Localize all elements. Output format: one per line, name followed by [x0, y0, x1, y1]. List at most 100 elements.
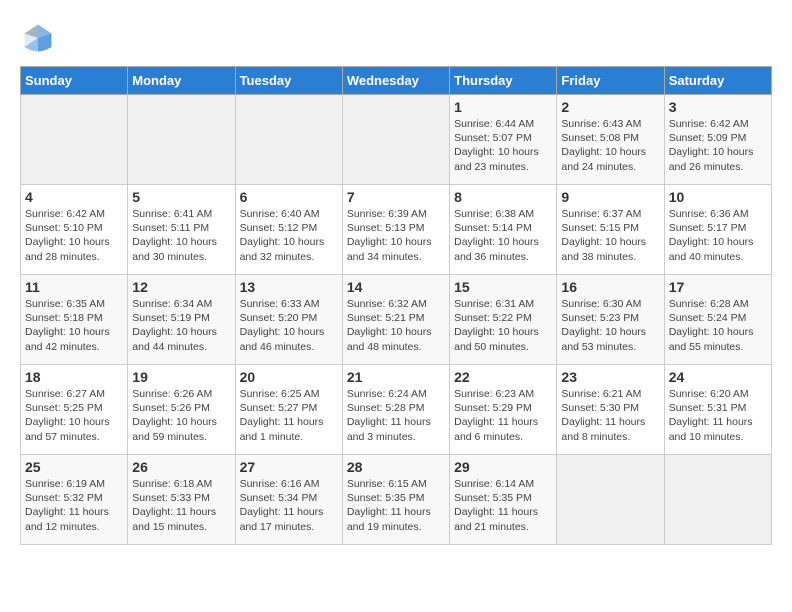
calendar-cell — [21, 95, 128, 185]
day-info: Sunrise: 6:39 AM Sunset: 5:13 PM Dayligh… — [347, 207, 445, 264]
day-info: Sunrise: 6:14 AM Sunset: 5:35 PM Dayligh… — [454, 477, 552, 534]
day-info: Sunrise: 6:25 AM Sunset: 5:27 PM Dayligh… — [240, 387, 338, 444]
page-header — [20, 20, 772, 56]
day-info: Sunrise: 6:28 AM Sunset: 5:24 PM Dayligh… — [669, 297, 767, 354]
day-info: Sunrise: 6:42 AM Sunset: 5:10 PM Dayligh… — [25, 207, 123, 264]
calendar-table: SundayMondayTuesdayWednesdayThursdayFrid… — [20, 66, 772, 545]
calendar-cell: 9 Sunrise: 6:37 AM Sunset: 5:15 PM Daylig… — [557, 185, 664, 275]
calendar-week-row: 11 Sunrise: 6:35 AM Sunset: 5:18 PM Dayli… — [21, 275, 772, 365]
calendar-cell: 10 Sunrise: 6:36 AM Sunset: 5:17 PM Dayli… — [664, 185, 771, 275]
day-number: 10 — [669, 189, 767, 205]
calendar-cell: 15 Sunrise: 6:31 AM Sunset: 5:22 PM Dayli… — [450, 275, 557, 365]
day-number: 25 — [25, 459, 123, 475]
day-info: Sunrise: 6:42 AM Sunset: 5:09 PM Dayligh… — [669, 117, 767, 174]
calendar-cell — [235, 95, 342, 185]
calendar-cell — [664, 455, 771, 545]
calendar-cell: 19 Sunrise: 6:26 AM Sunset: 5:26 PM Dayli… — [128, 365, 235, 455]
calendar-cell: 22 Sunrise: 6:23 AM Sunset: 5:29 PM Dayli… — [450, 365, 557, 455]
calendar-cell — [128, 95, 235, 185]
day-number: 27 — [240, 459, 338, 475]
day-number: 14 — [347, 279, 445, 295]
calendar-cell: 17 Sunrise: 6:28 AM Sunset: 5:24 PM Dayli… — [664, 275, 771, 365]
calendar-cell: 29 Sunrise: 6:14 AM Sunset: 5:35 PM Dayli… — [450, 455, 557, 545]
calendar-week-row: 18 Sunrise: 6:27 AM Sunset: 5:25 PM Dayli… — [21, 365, 772, 455]
calendar-cell: 26 Sunrise: 6:18 AM Sunset: 5:33 PM Dayli… — [128, 455, 235, 545]
day-info: Sunrise: 6:18 AM Sunset: 5:33 PM Dayligh… — [132, 477, 230, 534]
day-number: 7 — [347, 189, 445, 205]
day-info: Sunrise: 6:40 AM Sunset: 5:12 PM Dayligh… — [240, 207, 338, 264]
day-number: 11 — [25, 279, 123, 295]
day-number: 20 — [240, 369, 338, 385]
day-info: Sunrise: 6:19 AM Sunset: 5:32 PM Dayligh… — [25, 477, 123, 534]
calendar-cell: 25 Sunrise: 6:19 AM Sunset: 5:32 PM Dayli… — [21, 455, 128, 545]
day-number: 5 — [132, 189, 230, 205]
calendar-cell: 5 Sunrise: 6:41 AM Sunset: 5:11 PM Daylig… — [128, 185, 235, 275]
day-number: 17 — [669, 279, 767, 295]
day-number: 29 — [454, 459, 552, 475]
calendar-day-header: Sunday — [21, 67, 128, 95]
calendar-cell: 27 Sunrise: 6:16 AM Sunset: 5:34 PM Dayli… — [235, 455, 342, 545]
day-info: Sunrise: 6:36 AM Sunset: 5:17 PM Dayligh… — [669, 207, 767, 264]
day-number: 18 — [25, 369, 123, 385]
calendar-cell: 13Sunrise: 6:33 AM Sunset: 5:20 PM Dayli… — [235, 275, 342, 365]
day-info: Sunrise: 6:23 AM Sunset: 5:29 PM Dayligh… — [454, 387, 552, 444]
day-number: 15 — [454, 279, 552, 295]
day-info: Sunrise: 6:38 AM Sunset: 5:14 PM Dayligh… — [454, 207, 552, 264]
day-number: 23 — [561, 369, 659, 385]
calendar-header-row: SundayMondayTuesdayWednesdayThursdayFrid… — [21, 67, 772, 95]
calendar-day-header: Friday — [557, 67, 664, 95]
day-number: 4 — [25, 189, 123, 205]
calendar-cell: 4 Sunrise: 6:42 AM Sunset: 5:10 PM Daylig… — [21, 185, 128, 275]
calendar-week-row: 1Sunrise: 6:44 AM Sunset: 5:07 PM Daylig… — [21, 95, 772, 185]
day-info: Sunrise: 6:31 AM Sunset: 5:22 PM Dayligh… — [454, 297, 552, 354]
day-number: 8 — [454, 189, 552, 205]
day-info: Sunrise: 6:15 AM Sunset: 5:35 PM Dayligh… — [347, 477, 445, 534]
calendar-cell: 7 Sunrise: 6:39 AM Sunset: 5:13 PM Daylig… — [342, 185, 449, 275]
calendar-day-header: Monday — [128, 67, 235, 95]
calendar-cell: 28 Sunrise: 6:15 AM Sunset: 5:35 PM Dayli… — [342, 455, 449, 545]
calendar-day-header: Tuesday — [235, 67, 342, 95]
day-info: Sunrise: 6:26 AM Sunset: 5:26 PM Dayligh… — [132, 387, 230, 444]
day-number: 9 — [561, 189, 659, 205]
calendar-cell: 18 Sunrise: 6:27 AM Sunset: 5:25 PM Dayli… — [21, 365, 128, 455]
calendar-cell: 16Sunrise: 6:30 AM Sunset: 5:23 PM Dayli… — [557, 275, 664, 365]
calendar-day-header: Saturday — [664, 67, 771, 95]
calendar-cell: 1Sunrise: 6:44 AM Sunset: 5:07 PM Daylig… — [450, 95, 557, 185]
calendar-cell: 6Sunrise: 6:40 AM Sunset: 5:12 PM Daylig… — [235, 185, 342, 275]
day-number: 26 — [132, 459, 230, 475]
day-number: 2 — [561, 99, 659, 115]
day-info: Sunrise: 6:32 AM Sunset: 5:21 PM Dayligh… — [347, 297, 445, 354]
day-number: 12 — [132, 279, 230, 295]
calendar-day-header: Wednesday — [342, 67, 449, 95]
calendar-cell: 20 Sunrise: 6:25 AM Sunset: 5:27 PM Dayli… — [235, 365, 342, 455]
day-number: 16 — [561, 279, 659, 295]
calendar-cell — [557, 455, 664, 545]
day-info: Sunrise: 6:16 AM Sunset: 5:34 PM Dayligh… — [240, 477, 338, 534]
day-info: Sunrise: 6:41 AM Sunset: 5:11 PM Dayligh… — [132, 207, 230, 264]
day-info: Sunrise: 6:27 AM Sunset: 5:25 PM Dayligh… — [25, 387, 123, 444]
day-info: Sunrise: 6:21 AM Sunset: 5:30 PM Dayligh… — [561, 387, 659, 444]
calendar-cell — [342, 95, 449, 185]
calendar-cell: 11 Sunrise: 6:35 AM Sunset: 5:18 PM Dayli… — [21, 275, 128, 365]
day-number: 21 — [347, 369, 445, 385]
day-info: Sunrise: 6:34 AM Sunset: 5:19 PM Dayligh… — [132, 297, 230, 354]
day-info: Sunrise: 6:37 AM Sunset: 5:15 PM Dayligh… — [561, 207, 659, 264]
calendar-cell: 24 Sunrise: 6:20 AM Sunset: 5:31 PM Dayli… — [664, 365, 771, 455]
day-number: 13 — [240, 279, 338, 295]
day-info: Sunrise: 6:35 AM Sunset: 5:18 PM Dayligh… — [25, 297, 123, 354]
calendar-day-header: Thursday — [450, 67, 557, 95]
calendar-cell: 8 Sunrise: 6:38 AM Sunset: 5:14 PM Daylig… — [450, 185, 557, 275]
day-info: Sunrise: 6:20 AM Sunset: 5:31 PM Dayligh… — [669, 387, 767, 444]
day-info: Sunrise: 6:44 AM Sunset: 5:07 PM Dayligh… — [454, 117, 552, 174]
day-number: 24 — [669, 369, 767, 385]
day-info: Sunrise: 6:43 AM Sunset: 5:08 PM Dayligh… — [561, 117, 659, 174]
day-number: 19 — [132, 369, 230, 385]
calendar-cell: 23 Sunrise: 6:21 AM Sunset: 5:30 PM Dayli… — [557, 365, 664, 455]
calendar-cell: 3 Sunrise: 6:42 AM Sunset: 5:09 PM Daylig… — [664, 95, 771, 185]
logo — [20, 20, 60, 56]
calendar-week-row: 4 Sunrise: 6:42 AM Sunset: 5:10 PM Daylig… — [21, 185, 772, 275]
calendar-cell: 12 Sunrise: 6:34 AM Sunset: 5:19 PM Dayli… — [128, 275, 235, 365]
day-number: 3 — [669, 99, 767, 115]
day-number: 22 — [454, 369, 552, 385]
day-number: 28 — [347, 459, 445, 475]
